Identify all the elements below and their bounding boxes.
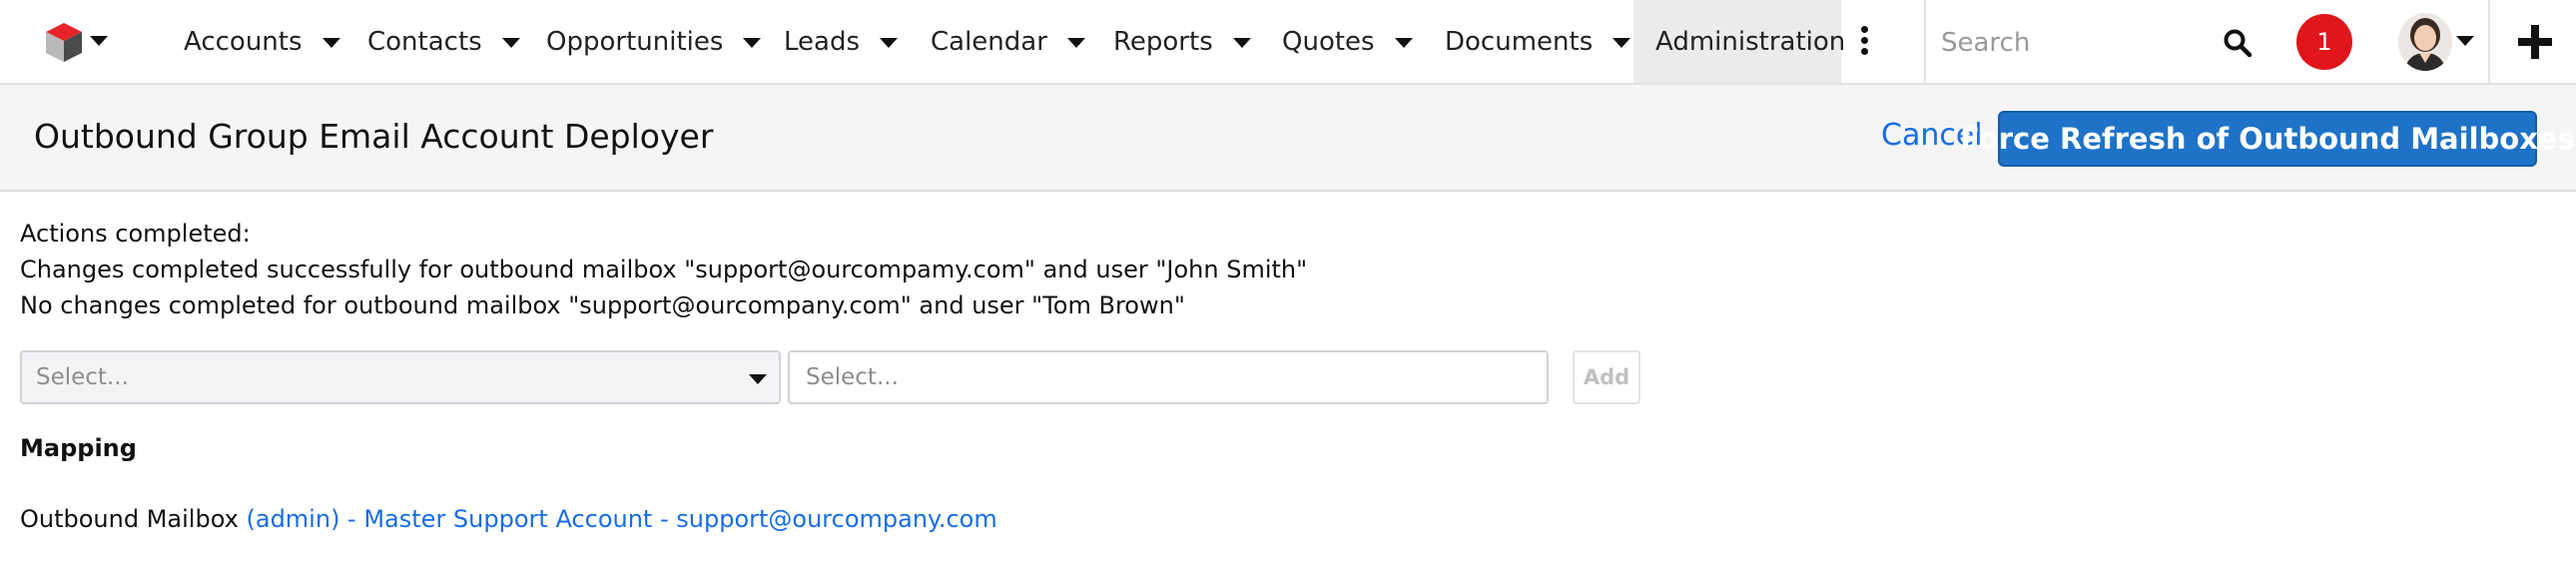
nav-tab-administration[interactable]: Administration xyxy=(1633,0,1845,83)
mailbox-select[interactable]: Select... xyxy=(20,350,781,404)
nav-tab-label: Calendar xyxy=(931,26,1047,57)
nav-tab-quotes[interactable]: Quotes xyxy=(1282,0,1413,83)
nav-tab-documents[interactable]: Documents xyxy=(1445,0,1631,83)
chevron-down-icon[interactable] xyxy=(501,37,520,48)
nav-tab-contacts[interactable]: Contacts xyxy=(367,0,520,83)
force-refresh-button[interactable]: Force Refresh of Outbound Mailboxes xyxy=(1960,111,2575,167)
nav-tab-accounts[interactable]: Accounts xyxy=(184,0,340,83)
nav-tab-label: Opportunities xyxy=(546,26,724,57)
divider xyxy=(1924,0,1926,83)
status-message: Changes completed successfully for outbo… xyxy=(20,256,1308,283)
chevron-down-icon[interactable] xyxy=(743,37,762,48)
nav-tab-label: Reports xyxy=(1113,26,1213,57)
add-button[interactable]: Add xyxy=(1573,350,1640,404)
nav-tab-leads[interactable]: Leads xyxy=(784,0,899,83)
status-message: No changes completed for outbound mailbo… xyxy=(20,291,1185,319)
chevron-down-icon[interactable] xyxy=(1394,37,1413,48)
nav-tab-label: Documents xyxy=(1445,26,1594,57)
page-title: Outbound Group Email Account Deployer xyxy=(34,117,714,156)
chevron-down-icon[interactable] xyxy=(749,374,767,384)
nav-tab-label: Administration xyxy=(1655,26,1846,57)
divider xyxy=(2488,0,2490,83)
nav-tab-label: Contacts xyxy=(367,26,482,57)
user-avatar-icon xyxy=(2398,13,2452,71)
nav-tab-reports[interactable]: Reports xyxy=(1113,0,1251,83)
nav-tab-opportunities[interactable]: Opportunities xyxy=(546,0,762,83)
nav-tab-label: Accounts xyxy=(184,26,303,57)
mapping-label: Outbound Mailbox xyxy=(20,505,239,533)
chevron-down-icon[interactable] xyxy=(880,37,899,48)
user-avatar[interactable] xyxy=(2398,13,2452,71)
mapping-heading: Mapping xyxy=(20,434,137,462)
logo-menu-chevron-down-icon[interactable] xyxy=(90,36,108,46)
notification-badge[interactable]: 1 xyxy=(2296,14,2352,70)
chevron-down-icon[interactable] xyxy=(1066,37,1085,48)
top-navigation-bar: Accounts Contacts Opportunities Leads Ca… xyxy=(0,0,2576,85)
mapping-row: Outbound Mailbox (admin) - Master Suppor… xyxy=(20,505,997,533)
quick-create-plus-icon[interactable] xyxy=(2518,25,2552,59)
app-logo-icon[interactable] xyxy=(42,20,86,64)
search-icon[interactable] xyxy=(2223,28,2253,58)
nav-tab-label: Leads xyxy=(784,26,861,57)
nav-tab-label: Quotes xyxy=(1282,26,1375,57)
nav-tab-calendar[interactable]: Calendar xyxy=(931,0,1085,83)
more-menu-icon[interactable] xyxy=(1859,26,1869,58)
mapping-account-link[interactable]: (admin) - Master Support Account - suppo… xyxy=(247,505,997,533)
actions-heading: Actions completed: xyxy=(20,220,251,248)
user-menu-chevron-down-icon[interactable] xyxy=(2456,36,2474,46)
select-placeholder: Select... xyxy=(36,364,129,390)
user-select-input[interactable] xyxy=(788,350,1549,404)
page-header: Outbound Group Email Account Deployer Ca… xyxy=(0,85,2576,192)
global-search-input[interactable] xyxy=(1939,22,2193,64)
notification-count: 1 xyxy=(2316,28,2332,56)
chevron-down-icon[interactable] xyxy=(1612,37,1631,48)
chevron-down-icon[interactable] xyxy=(1232,37,1251,48)
chevron-down-icon[interactable] xyxy=(322,37,340,48)
